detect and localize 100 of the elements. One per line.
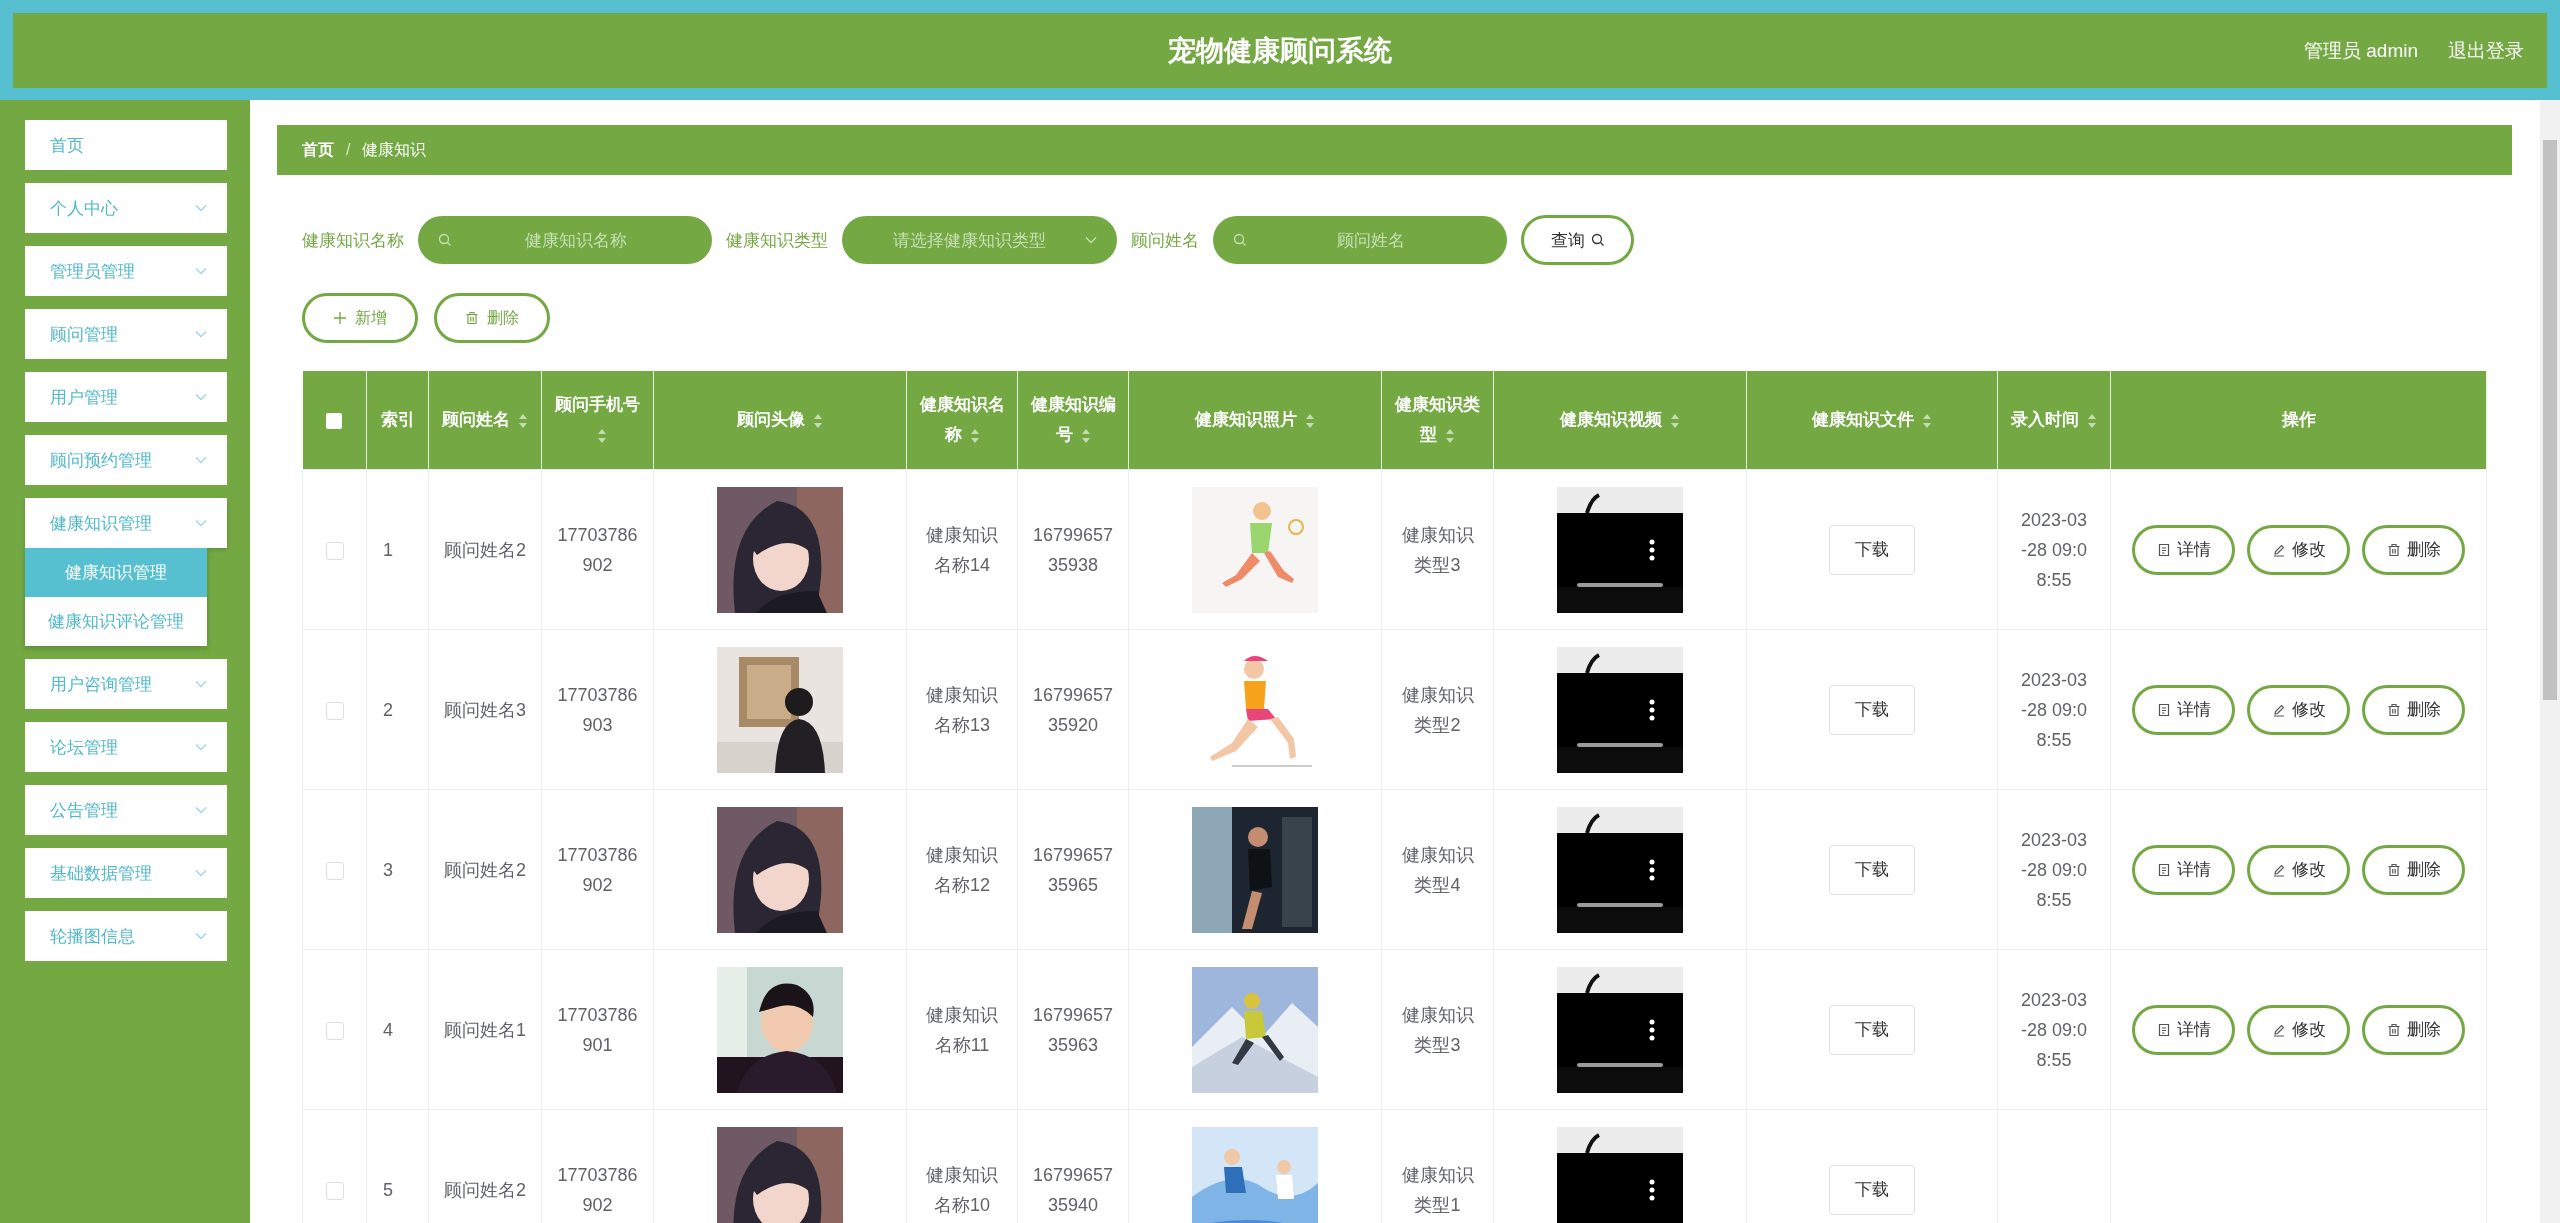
sidebar-item[interactable]: 用户咨询管理 <box>25 659 227 709</box>
sidebar-item[interactable]: 轮播图信息 <box>25 911 227 961</box>
search-field[interactable]: 顾问姓名 <box>1213 216 1507 264</box>
row-checkbox[interactable] <box>325 701 344 720</box>
sort-icon[interactable] <box>518 412 528 429</box>
download-button[interactable]: 下载 <box>1829 684 1915 735</box>
search-icon <box>1590 233 1605 247</box>
column-header[interactable]: 顾问姓名 <box>428 371 542 470</box>
sidebar-item[interactable]: 顾问管理 <box>25 309 227 359</box>
sidebar-item[interactable]: 公告管理 <box>25 785 227 835</box>
sidebar-item[interactable]: 用户管理 <box>25 372 227 422</box>
scrollbar-thumb[interactable] <box>2543 140 2557 700</box>
download-button[interactable]: 下载 <box>1829 524 1915 575</box>
details-button[interactable]: 详情 <box>2132 524 2235 575</box>
edit-button[interactable]: 修改 <box>2247 524 2350 575</box>
sort-icon[interactable] <box>1922 412 1932 429</box>
sidebar-item[interactable]: 管理员管理 <box>25 246 227 296</box>
breadcrumb-item[interactable]: 首页 <box>302 139 334 161</box>
delete-button[interactable]: 删除 <box>2362 684 2465 735</box>
column-header[interactable]: 健康知识文件 <box>1746 371 1998 470</box>
row-checkbox[interactable] <box>325 1021 344 1040</box>
table-cell: 健康知识类型3 <box>1381 949 1494 1110</box>
edit-button[interactable]: 修改 <box>2247 1004 2350 1055</box>
details-button[interactable]: 详情 <box>2132 844 2235 895</box>
chevron-down-icon <box>195 267 207 275</box>
table-cell: 1679965735963 <box>1017 949 1129 1110</box>
trash-icon <box>2386 862 2401 877</box>
search-icon <box>438 233 452 247</box>
delete-button[interactable]: 删除 <box>2362 524 2465 575</box>
pencil-icon <box>2271 542 2286 557</box>
column-header[interactable]: 健康知识照片 <box>1128 371 1382 470</box>
sidebar-item[interactable]: 顾问预约管理 <box>25 435 227 485</box>
delete-button[interactable]: 删除 <box>2362 844 2465 895</box>
chevron-down-icon <box>195 519 207 527</box>
table-cell: 健康知识名称11 <box>906 949 1018 1110</box>
chevron-down-icon <box>195 330 207 338</box>
chevron-down-icon <box>195 393 207 401</box>
table-cell: 2 <box>366 629 429 790</box>
table-cell: 17703786902 <box>541 469 654 630</box>
sidebar-item[interactable]: 基础数据管理 <box>25 848 227 898</box>
table-cell: 健康知识类型3 <box>1381 469 1494 630</box>
table-cell: 顾问姓名1 <box>428 949 542 1110</box>
search-field[interactable]: 健康知识名称 <box>418 216 712 264</box>
table-cell: 3 <box>366 789 429 950</box>
download-button[interactable]: 下载 <box>1829 844 1915 895</box>
delete-button[interactable]: 删除 <box>2362 1004 2465 1055</box>
row-checkbox[interactable] <box>325 541 344 560</box>
sort-icon[interactable] <box>596 427 607 444</box>
filter-label: 顾问姓名 <box>1131 229 1199 252</box>
column-header[interactable]: 顾问手机号 <box>541 371 654 470</box>
sidebar-item[interactable]: 健康知识管理 <box>25 498 227 548</box>
sort-icon[interactable] <box>1670 412 1680 429</box>
row-checkbox[interactable] <box>325 1181 344 1200</box>
details-button[interactable]: 详情 <box>2132 684 2235 735</box>
row-checkbox[interactable] <box>325 861 344 880</box>
filter-label: 健康知识名称 <box>302 229 404 252</box>
user-label: 管理员 admin <box>2303 38 2418 63</box>
sort-icon[interactable] <box>1445 427 1455 444</box>
plus-icon <box>333 311 347 325</box>
submenu-item[interactable]: 健康知识评论管理 <box>25 597 207 646</box>
sidebar-item[interactable]: 个人中心 <box>25 183 227 233</box>
document-icon <box>2156 702 2171 717</box>
download-button[interactable]: 下载 <box>1829 1004 1915 1055</box>
table-cell: 2023-03-28 09:08:55 <box>1997 789 2111 950</box>
column-header[interactable]: 顾问头像 <box>653 371 907 470</box>
column-header[interactable]: 健康知识编号 <box>1017 371 1129 470</box>
edit-button[interactable]: 修改 <box>2247 844 2350 895</box>
document-icon <box>2156 862 2171 877</box>
pencil-icon <box>2271 702 2286 717</box>
document-icon <box>2156 542 2171 557</box>
delete-button[interactable]: 删除 <box>434 293 550 343</box>
chevron-down-icon <box>195 806 207 814</box>
table-cell: 健康知识名称13 <box>906 629 1018 790</box>
column-header[interactable]: 录入时间 <box>1997 371 2111 470</box>
column-header[interactable]: 健康知识类型 <box>1381 371 1494 470</box>
breadcrumb-item: 健康知识 <box>362 139 427 160</box>
sort-icon[interactable] <box>969 427 980 444</box>
sort-icon[interactable] <box>2087 412 2097 429</box>
logout-link[interactable]: 退出登录 <box>2448 37 2524 64</box>
submenu-item[interactable]: 健康知识管理 <box>25 548 207 597</box>
scrollbar[interactable] <box>2540 100 2560 1223</box>
sidebar-item[interactable]: 论坛管理 <box>25 722 227 772</box>
chevron-down-icon <box>195 204 207 212</box>
select-field[interactable]: 请选择健康知识类型 <box>842 216 1117 264</box>
trash-icon <box>2386 542 2401 557</box>
add-button[interactable]: 新增 <box>302 293 418 343</box>
sort-icon[interactable] <box>1305 412 1315 429</box>
search-icon <box>1233 233 1247 247</box>
search-button[interactable]: 查询 <box>1521 215 1634 265</box>
edit-button[interactable]: 修改 <box>2247 684 2350 735</box>
column-header[interactable]: 健康知识视频 <box>1493 371 1747 470</box>
download-button[interactable]: 下载 <box>1829 1164 1915 1215</box>
filter-label: 健康知识类型 <box>726 229 828 252</box>
sidebar-item[interactable]: 首页 <box>25 120 227 170</box>
details-button[interactable]: 详情 <box>2132 1004 2235 1055</box>
chevron-down-icon <box>195 869 207 877</box>
select-all-checkbox[interactable] <box>326 412 343 429</box>
sort-icon[interactable] <box>1080 427 1091 444</box>
sort-icon[interactable] <box>813 412 823 429</box>
column-header[interactable]: 健康知识名称 <box>906 371 1018 470</box>
